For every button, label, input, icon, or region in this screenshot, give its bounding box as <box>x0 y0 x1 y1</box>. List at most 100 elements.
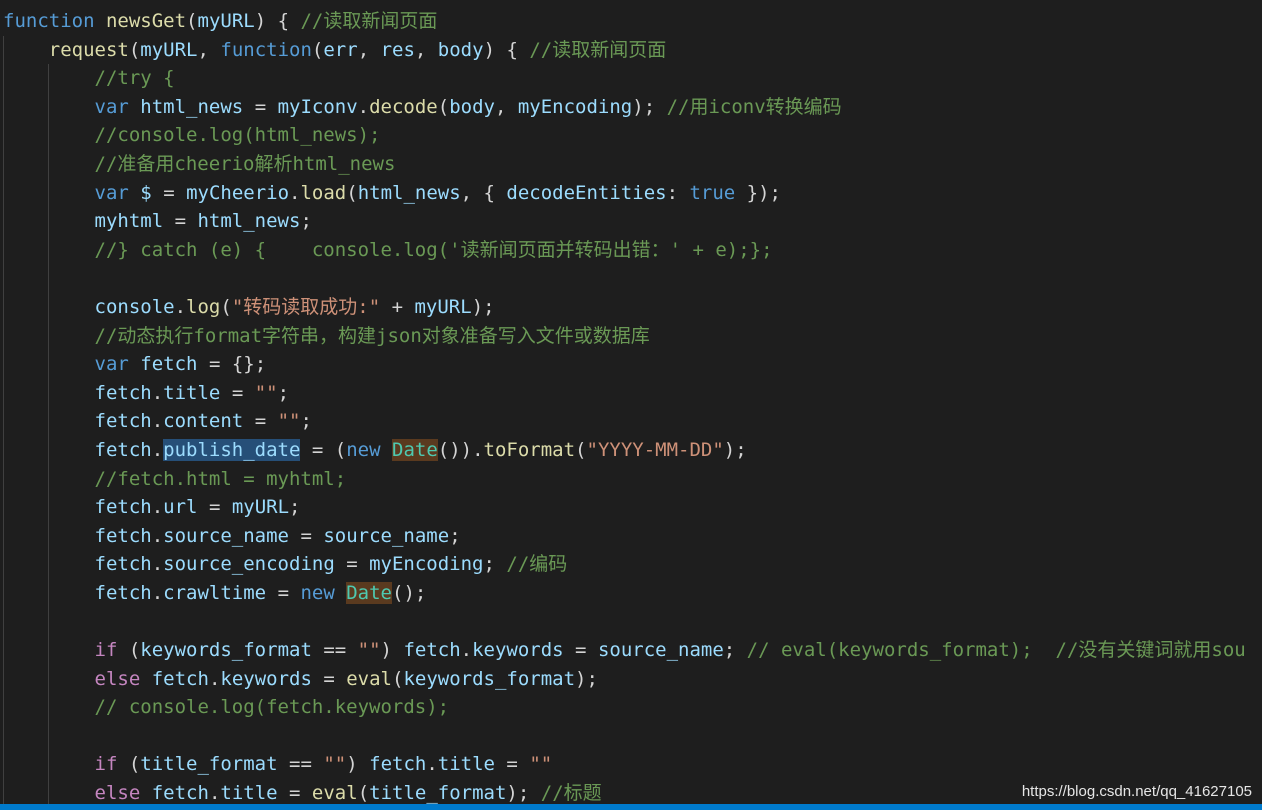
code-token: = <box>563 639 598 662</box>
code-line[interactable]: //准备用cheerio解析html_news <box>0 149 1262 179</box>
code-token: function <box>3 10 95 32</box>
code-token: ); <box>723 438 747 461</box>
code-line[interactable]: // console.log(fetch.keywords); <box>0 693 1262 722</box>
code-token: ) <box>346 753 370 776</box>
code-line[interactable] <box>0 721 1262 751</box>
code-line[interactable]: var html_news = myIconv.decode(body, myE… <box>0 92 1262 122</box>
code-line-text: //try { <box>3 64 175 93</box>
code-line[interactable]: console.log("转码读取成功:" + myURL); <box>0 292 1262 322</box>
code-line-text: myhtml = html_news; <box>3 207 312 236</box>
code-token: + <box>380 295 415 318</box>
code-line[interactable]: if (keywords_format == "") fetch.keyword… <box>0 636 1262 665</box>
code-token: = <box>311 667 347 690</box>
code-line-text: //console.log(html_news); <box>3 121 381 150</box>
code-token: = <box>220 381 255 404</box>
watermark-text: https://blog.csdn.net/qq_41627105 <box>1021 783 1252 800</box>
code-token: ()). <box>437 438 484 461</box>
code-token: //try { <box>94 67 175 90</box>
code-editor[interactable]: function newsGet(myURL) { //读取新闻页面 reque… <box>0 0 1262 810</box>
code-token: Date <box>346 581 392 604</box>
code-token: . <box>208 782 221 805</box>
code-token: . <box>460 639 473 662</box>
code-line[interactable]: //console.log(html_news); <box>0 121 1262 150</box>
code-token: ( <box>392 667 404 690</box>
code-token: ( <box>437 95 450 118</box>
code-line[interactable]: fetch.crawltime = new Date(); <box>0 578 1262 608</box>
code-line[interactable]: fetch.publish_date = (new Date()).toForm… <box>0 435 1262 465</box>
code-token: = <box>197 496 232 519</box>
code-token: = <box>243 95 278 118</box>
code-line-text: var html_news = myIconv.decode(body, myE… <box>3 93 842 122</box>
code-line[interactable]: var fetch = {}; <box>0 350 1262 379</box>
code-token: //读取新闻页面 <box>529 38 667 61</box>
code-token: fetch <box>94 524 152 547</box>
code-token: ; <box>289 496 301 519</box>
code-token: keywords_format <box>403 667 576 690</box>
code-line[interactable]: //} catch (e) { console.log('读新闻页面并转码出错：… <box>0 235 1262 265</box>
code-line[interactable]: fetch.source_name = source_name; <box>0 521 1262 551</box>
code-line[interactable]: fetch.title = ""; <box>0 378 1262 408</box>
code-token: source_name <box>163 524 290 547</box>
code-token: . <box>151 438 164 461</box>
code-token: Date <box>392 438 438 461</box>
code-line[interactable]: if (title_format == "") fetch.title = "" <box>0 750 1262 780</box>
code-token: keywords <box>220 667 312 690</box>
code-line[interactable] <box>0 607 1262 637</box>
code-line[interactable] <box>0 264 1262 293</box>
code-line[interactable]: function newsGet(myURL) { //读取新闻页面 <box>0 7 1262 36</box>
code-token: ( <box>128 38 141 61</box>
code-line[interactable]: myhtml = html_news; <box>0 207 1262 236</box>
code-line-text: fetch.content = ""; <box>3 407 312 436</box>
code-line[interactable]: //try { <box>0 64 1262 93</box>
code-token: fetch <box>140 353 198 376</box>
code-token: if <box>94 639 118 662</box>
code-line-text: if (title_format == "") fetch.title = "" <box>3 750 553 779</box>
code-token: //} catch (e) { console.log('读新闻页面并转码出错：… <box>94 238 773 261</box>
code-area[interactable]: function newsGet(myURL) { //读取新闻页面 reque… <box>0 7 1262 810</box>
code-token: "YYYY-MM-DD" <box>586 438 724 461</box>
code-token: ); <box>575 667 598 690</box>
code-line-text: fetch.crawltime = new Date(); <box>3 579 426 608</box>
code-token: title <box>220 782 278 805</box>
code-token: source_encoding <box>163 553 335 576</box>
code-token: myURL <box>140 38 198 61</box>
code-line[interactable]: var $ = myCheerio.load(html_news, { deco… <box>0 178 1262 208</box>
code-line-text <box>3 264 14 293</box>
code-line[interactable]: //动态执行format字符串，构建json对象准备写入文件或数据库 <box>0 321 1262 351</box>
code-line[interactable]: else fetch.keywords = eval(keywords_form… <box>0 664 1262 694</box>
code-token: fetch <box>94 581 152 604</box>
indent-guide <box>48 264 49 293</box>
code-token: fetch <box>94 496 152 519</box>
code-line[interactable]: request(myURL, function(err, res, body) … <box>0 35 1262 65</box>
code-line[interactable]: //fetch.html = myhtml; <box>0 464 1262 494</box>
code-token: , { <box>460 181 507 204</box>
code-token: request <box>48 38 129 61</box>
code-token: fetch <box>94 381 152 404</box>
code-token: ( <box>117 753 141 776</box>
code-token: . <box>151 410 164 433</box>
code-token: res <box>380 38 415 61</box>
code-line-text: // console.log(fetch.keywords); <box>3 693 450 722</box>
code-line[interactable]: fetch.url = myURL; <box>0 493 1262 522</box>
code-token: function <box>220 38 312 61</box>
code-token: html_news <box>197 210 301 233</box>
code-token: console <box>94 295 175 318</box>
code-token: "转码读取成功:" <box>231 295 381 318</box>
code-token: = <box>494 753 530 776</box>
code-token: new <box>300 581 335 604</box>
code-line-text: fetch.source_encoding = myEncoding; //编码 <box>3 550 568 579</box>
code-token: "" <box>277 410 301 433</box>
code-token: myURL <box>414 295 472 318</box>
code-line[interactable]: fetch.content = ""; <box>0 407 1262 436</box>
code-line[interactable]: fetch.source_encoding = myEncoding; //编码 <box>0 550 1262 579</box>
code-line-text: fetch.title = ""; <box>3 379 290 408</box>
